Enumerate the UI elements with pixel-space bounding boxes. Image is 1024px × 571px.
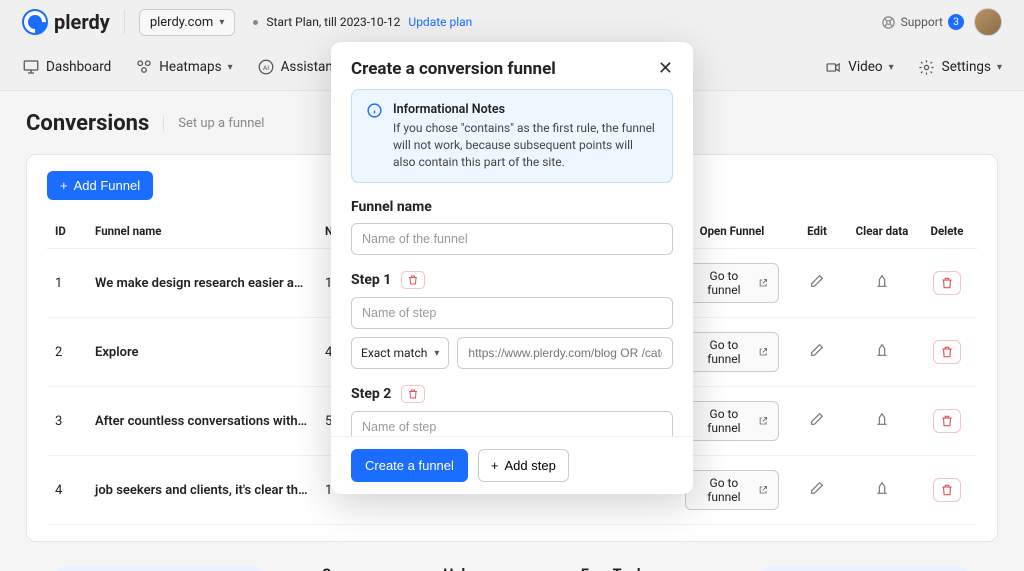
ai-icon: AI	[257, 58, 275, 76]
nav-settings-label: Settings	[942, 59, 991, 75]
create-funnel-modal: Create a conversion funnel ✕ Information…	[331, 42, 693, 494]
col-edit: Edit	[787, 214, 847, 249]
create-funnel-button[interactable]: Create a funnel	[351, 449, 468, 482]
plus-icon: +	[60, 178, 68, 193]
add-funnel-button[interactable]: + Add Funnel	[47, 171, 153, 200]
brand-logo[interactable]: plerdy	[22, 9, 110, 35]
col-id: ID	[47, 214, 87, 249]
cell-name: We make design research easier and faste…	[87, 249, 317, 318]
info-text: If you chose "contains" as the first rul…	[393, 120, 658, 170]
gear-icon	[918, 58, 936, 76]
update-plan-link[interactable]: Update plan	[408, 15, 472, 29]
support-count-badge: 3	[948, 14, 964, 30]
chevron-down-icon: ▾	[997, 62, 1002, 73]
delete-button[interactable]	[933, 409, 961, 433]
edit-button[interactable]	[807, 480, 827, 496]
step-title: Step 1	[351, 272, 391, 288]
footer-company-head: Company	[322, 566, 384, 571]
plus-icon: +	[491, 458, 499, 473]
nav-video-label: Video	[848, 59, 882, 75]
clear-data-button[interactable]	[872, 273, 892, 289]
domain-selector[interactable]: plerdy.com ▾	[139, 9, 236, 36]
close-icon: ✕	[658, 58, 673, 78]
page-title: Conversions	[26, 111, 149, 136]
clear-data-button[interactable]	[872, 411, 892, 427]
nav-dashboard-label: Dashboard	[46, 59, 111, 75]
chevron-down-icon: ▾	[228, 62, 233, 73]
step-name-input[interactable]	[351, 297, 673, 329]
footer-help-head: Help	[443, 566, 521, 571]
footer-welcome: Welcome to the space of the best markete…	[762, 566, 968, 571]
chevron-down-icon: ▾	[219, 17, 224, 28]
nav-assistant-label: Assistant	[281, 59, 338, 75]
col-open: Open Funnel	[677, 214, 787, 249]
col-del: Delete	[917, 214, 977, 249]
nav-settings[interactable]: Settings ▾	[918, 58, 1002, 76]
support-link[interactable]: Support 3	[881, 14, 964, 30]
support-icon	[881, 15, 896, 30]
modal-title: Create a conversion funnel	[351, 59, 556, 79]
go-to-funnel-button[interactable]: Go to funnel	[685, 263, 779, 303]
info-note: Informational Notes If you chose "contai…	[351, 89, 673, 183]
page-subtitle: Set up a funnel	[163, 116, 264, 131]
chevron-down-icon: ▾	[434, 348, 439, 359]
add-step-button[interactable]: + Add step	[478, 449, 569, 482]
cell-name: After countless conversations with job..…	[87, 387, 317, 456]
cell-name: job seekers and clients, it's clear ther…	[87, 456, 317, 525]
status-dot-icon	[253, 20, 258, 25]
delete-button[interactable]	[933, 340, 961, 364]
step-delete-button[interactable]	[401, 271, 425, 289]
brand-name: plerdy	[54, 10, 110, 34]
edit-button[interactable]	[807, 411, 827, 427]
funnel-name-input[interactable]	[351, 223, 673, 255]
cell-name: Explore	[87, 318, 317, 387]
delete-button[interactable]	[933, 478, 961, 502]
footer-tools-head: Free Tools	[581, 566, 702, 571]
go-to-funnel-button[interactable]: Go to funnel	[685, 332, 779, 372]
cell-id: 3	[47, 387, 87, 456]
edit-button[interactable]	[807, 342, 827, 358]
step-title: Step 2	[351, 386, 391, 402]
step-url-input[interactable]	[457, 337, 673, 369]
funnel-name-label: Funnel name	[351, 199, 673, 215]
domain-selector-label: plerdy.com	[150, 15, 214, 30]
col-name: Funnel name	[87, 214, 317, 249]
step-name-input[interactable]	[351, 411, 673, 436]
logo-icon	[22, 9, 48, 35]
user-avatar[interactable]	[974, 8, 1002, 36]
heatmap-icon	[135, 58, 153, 76]
chevron-down-icon: ▾	[889, 62, 894, 73]
nav-heatmaps-label: Heatmaps	[159, 59, 221, 75]
monitor-icon	[22, 58, 40, 76]
info-icon	[366, 102, 383, 119]
clear-data-button[interactable]	[872, 480, 892, 496]
svg-text:AI: AI	[262, 64, 268, 72]
separator	[124, 10, 125, 34]
cell-id: 2	[47, 318, 87, 387]
info-title: Informational Notes	[393, 102, 658, 117]
match-type-select[interactable]: Exact match ▾	[351, 337, 449, 369]
delete-button[interactable]	[933, 271, 961, 295]
clear-data-button[interactable]	[872, 342, 892, 358]
nav-heatmaps[interactable]: Heatmaps ▾	[135, 58, 232, 76]
col-clear: Clear data	[847, 214, 917, 249]
add-funnel-label: Add Funnel	[74, 178, 141, 193]
go-to-funnel-button[interactable]: Go to funnel	[685, 470, 779, 510]
cell-id: 1	[47, 249, 87, 318]
go-to-funnel-button[interactable]: Go to funnel	[685, 401, 779, 441]
nav-dashboard[interactable]: Dashboard	[22, 58, 111, 76]
video-icon	[824, 58, 842, 76]
add-step-label: Add step	[505, 458, 556, 473]
nav-video[interactable]: Video ▾	[824, 58, 893, 76]
edit-button[interactable]	[807, 273, 827, 289]
footer-tagline: Track, analyze, and convert your visitor…	[56, 566, 262, 571]
support-label: Support	[901, 15, 943, 29]
plan-text: Start Plan, till 2023-10-12	[266, 15, 400, 29]
modal-close-button[interactable]: ✕	[658, 58, 673, 79]
step-delete-button[interactable]	[401, 385, 425, 403]
cell-id: 4	[47, 456, 87, 525]
